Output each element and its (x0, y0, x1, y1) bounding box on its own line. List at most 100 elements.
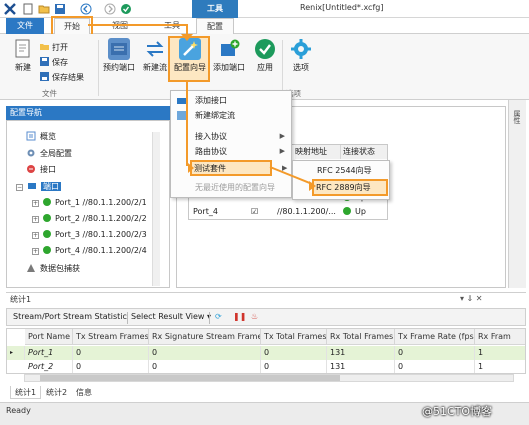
property-sidebar-label: 属性 (513, 110, 521, 124)
submenu-item-rfc2544[interactable]: RFC 2544向导 (293, 162, 389, 179)
tab-tools[interactable]: 工具 (158, 18, 186, 34)
expand-toggle-icon[interactable]: + (32, 232, 39, 239)
tab-view[interactable]: 视图 (106, 18, 134, 34)
col-header[interactable]: Rx Fram (475, 329, 525, 345)
port-up-icon (43, 198, 51, 206)
overview-icon (26, 131, 36, 141)
folder-icon (40, 42, 49, 51)
table-cell: 0 (73, 360, 149, 373)
reserve-port-icon (108, 38, 130, 60)
table-cell: Port_2 (25, 360, 73, 373)
submenu-item-rfc2889[interactable]: RFC 2889向导 (316, 179, 371, 196)
table-cell: 1 (475, 360, 525, 373)
tab-stats2[interactable]: 统计2 (42, 386, 71, 399)
nav-item-global-config[interactable]: 全局配置 (26, 147, 72, 161)
options-button[interactable]: 选项 (284, 38, 318, 73)
app-logo-icon (4, 3, 16, 15)
menu-item-add-interface[interactable]: 添加接口 (171, 93, 291, 108)
add-port-label: 添加端口 (213, 63, 245, 72)
ribbon-separator (282, 40, 283, 96)
config-wizard-menu: 添加接口 新建绑定流 接入协议 ▶ 路由协议 ▶ 无最近使用的配置向导 (170, 90, 292, 198)
tab-config[interactable]: 配置 (196, 18, 234, 34)
nav-item-overview[interactable]: 概览 (26, 130, 56, 144)
open-label: 打开 (52, 43, 68, 52)
stats-panel-controls[interactable]: ▾ ⇓ ✕ (460, 292, 483, 305)
save-icon[interactable] (54, 3, 66, 15)
expand-toggle-icon[interactable]: + (32, 200, 39, 207)
col-header[interactable]: Tx Stream Frames (73, 329, 149, 345)
enable-checkbox[interactable]: ☑ (251, 205, 258, 219)
tab-home-highlight (51, 16, 93, 36)
apply-button[interactable]: 应用 (248, 38, 282, 73)
nav-item-interface[interactable]: 接口 (26, 163, 56, 177)
menu-item-access-protocol[interactable]: 接入协议 ▶ (171, 129, 291, 144)
menu-item-test-suite[interactable]: 测试套件 (194, 161, 226, 176)
port-name-cell[interactable]: Port_4 (193, 205, 218, 219)
property-sidebar[interactable] (508, 100, 526, 288)
nav-port-item[interactable]: + Port_2 //80.1.1.200/2/2 (32, 212, 147, 226)
menu-item-new-bound-stream[interactable]: 新建绑定流 (171, 108, 291, 123)
expand-toggle-icon[interactable]: + (32, 248, 39, 255)
options-label: 选项 (293, 63, 309, 72)
config-navigator-header: 配置导航 (6, 106, 170, 120)
mapped-address-cell: //80.1.1.200/... (277, 207, 336, 216)
nav-item-label: 端口 (41, 182, 61, 191)
link-status-cell: Up (341, 205, 366, 219)
stats-view-name: Stream/Port Stream Statistic (13, 312, 127, 321)
nav-item-capture[interactable]: 数据包捕获 (26, 262, 80, 276)
col-header[interactable]: Tx Total Frames (261, 329, 327, 345)
tab-file[interactable]: 文件 (6, 18, 44, 34)
menu-item-no-recent: 无最近使用的配置向导 (171, 180, 291, 195)
table-cell: 0 (149, 360, 261, 373)
back-icon[interactable] (80, 3, 92, 15)
menu-item-label: 测试套件 (194, 164, 226, 173)
save-result-label: 保存结果 (52, 73, 84, 82)
pause-icon[interactable]: ❚❚ (233, 312, 246, 321)
nav-port-item[interactable]: + Port_4 //80.1.1.200/2/4 (32, 244, 147, 258)
row-indicator-icon: ▸ (7, 346, 25, 360)
new-stream-button[interactable]: 新建流 (138, 38, 172, 73)
save-button[interactable]: 保存 (40, 57, 68, 68)
scrollbar-thumb[interactable] (40, 375, 340, 381)
nav-item-label: 概览 (40, 132, 56, 141)
new-file-icon[interactable] (22, 3, 34, 15)
tab-info[interactable]: 信息 (72, 386, 96, 399)
capture-icon (26, 263, 36, 273)
col-header[interactable]: Port Name (25, 329, 73, 345)
menu-item-label: 添加接口 (195, 96, 227, 105)
new-button[interactable]: 新建 (6, 38, 40, 73)
new-stream-icon (144, 38, 166, 60)
forward-icon[interactable] (104, 3, 116, 15)
save-result-button[interactable]: 保存结果 (40, 72, 84, 83)
port-up-icon (43, 230, 51, 238)
nav-item-label: 数据包捕获 (40, 264, 80, 273)
open-button[interactable]: 打开 (40, 42, 68, 53)
add-port-button[interactable]: 添加端口 (212, 38, 246, 73)
clear-stats-icon[interactable]: ♨ (251, 312, 258, 321)
save-label: 保存 (52, 58, 68, 67)
menu-item-routing-protocol[interactable]: 路由协议 ▶ (171, 144, 291, 159)
expand-toggle-icon[interactable]: + (32, 216, 39, 223)
stats-toolbar: Stream/Port Stream Statistic Select Resu… (6, 308, 526, 326)
refresh-icon[interactable]: ⟳ (215, 312, 222, 321)
col-header[interactable]: Tx Frame Rate (fps) (395, 329, 475, 345)
select-result-view-dropdown[interactable]: Select Result View ▾ (131, 312, 211, 321)
submenu-item-label: RFC 2889向导 (316, 183, 371, 192)
reserve-port-button[interactable]: 预约端口 (102, 38, 136, 73)
nav-port-item[interactable]: + Port_3 //80.1.1.200/2/3 (32, 228, 147, 242)
collapse-toggle-icon[interactable]: − (16, 184, 23, 191)
nav-scrollbar[interactable] (152, 132, 160, 286)
open-folder-icon[interactable] (38, 3, 50, 15)
reserve-port-label: 预约端口 (103, 63, 135, 72)
table-cell: 131 (327, 360, 395, 373)
new-stream-label: 新建流 (143, 63, 167, 72)
apply-check-icon[interactable] (120, 3, 132, 15)
col-header[interactable]: Rx Total Frames (327, 329, 395, 345)
config-wizard-button[interactable]: 配置向导 (172, 38, 208, 73)
port-label: Port_3 //80.1.1.200/2/3 (55, 230, 147, 239)
save-disk-icon (40, 57, 49, 66)
nav-port-item[interactable]: + Port_1 //80.1.1.200/2/1 (32, 196, 147, 210)
nav-item-port[interactable]: − 端口 (16, 180, 61, 194)
tab-stats1[interactable]: 统计1 (10, 386, 42, 399)
col-header[interactable]: Rx Signature Stream Frames (149, 329, 261, 345)
